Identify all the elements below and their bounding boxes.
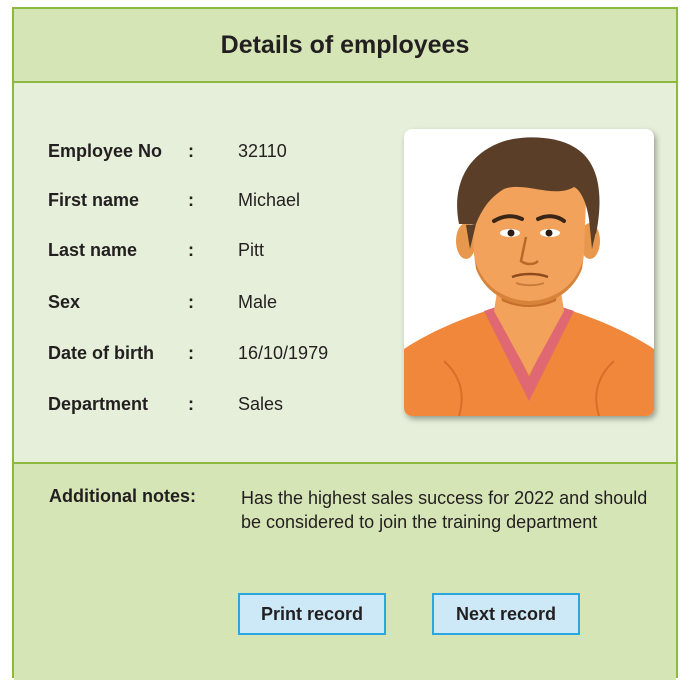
notes-label: Additional notes: bbox=[49, 486, 196, 506]
field-colon: : bbox=[188, 343, 194, 363]
field-label-first-name: First name bbox=[48, 190, 140, 210]
print-record-button[interactable]: Print record bbox=[238, 593, 386, 635]
next-record-button[interactable]: Next record bbox=[432, 593, 580, 635]
notes-text[interactable]: Has the highest sales success for 2022 a… bbox=[241, 486, 661, 534]
employee-photo bbox=[404, 129, 654, 416]
field-label-department: Department bbox=[48, 394, 149, 414]
employee-details-form: Details of employees Employee No : 32110… bbox=[12, 7, 678, 680]
form-title: Details of employees bbox=[220, 30, 470, 59]
field-value-date-of-birth[interactable]: 16/10/1979 bbox=[238, 340, 328, 366]
field-colon: : bbox=[188, 190, 194, 210]
field-colon: : bbox=[188, 141, 194, 161]
field-label-last-name: Last name bbox=[48, 240, 138, 260]
field-colon: : bbox=[188, 292, 194, 312]
field-value-sex[interactable]: Male bbox=[238, 289, 277, 315]
employee-portrait-icon bbox=[404, 137, 654, 416]
field-value-department[interactable]: Sales bbox=[238, 391, 283, 417]
form-header: Details of employees bbox=[14, 9, 676, 83]
field-colon: : bbox=[188, 240, 194, 260]
additional-notes-section: Additional notes: Has the highest sales … bbox=[14, 464, 676, 680]
field-label-date-of-birth: Date of birth bbox=[48, 343, 154, 363]
field-colon: : bbox=[188, 394, 194, 414]
field-label-sex: Sex bbox=[48, 292, 81, 312]
field-label-employee-no: Employee No bbox=[48, 141, 163, 161]
employee-details-panel: Employee No : 32110 First name : Michael… bbox=[14, 83, 676, 464]
field-value-employee-no[interactable]: 32110 bbox=[238, 138, 287, 164]
field-value-last-name[interactable]: Pitt bbox=[238, 237, 264, 263]
field-value-first-name[interactable]: Michael bbox=[238, 187, 300, 213]
